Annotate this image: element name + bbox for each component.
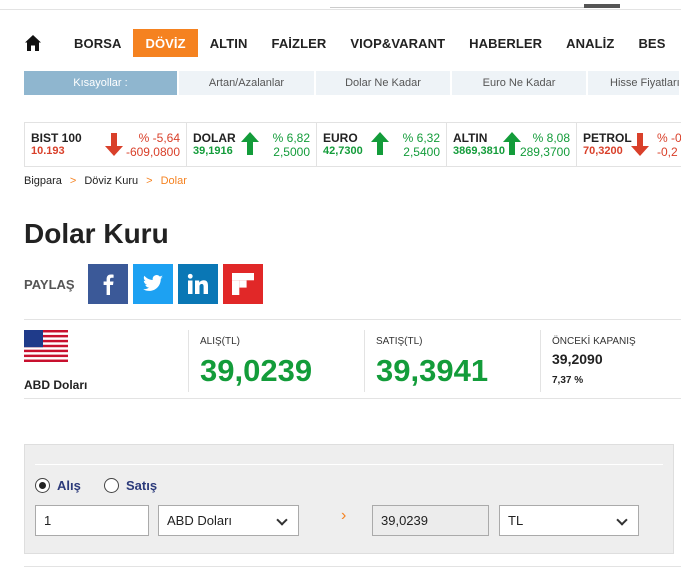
radio-sell-label: Satış: [126, 478, 158, 493]
us-flag-icon: [24, 330, 68, 362]
to-currency-select[interactable]: TL: [499, 505, 639, 536]
ticker-item-euro[interactable]: EURO 42,7300 % 6,32 2,5400: [317, 123, 447, 166]
page-title: Dolar Kuru: [24, 218, 169, 249]
chevron-right-icon: ›: [341, 507, 347, 524]
sell-label: SATIŞ(TL): [376, 336, 423, 347]
nav-borsa[interactable]: BORSA: [62, 29, 133, 57]
breadcrumb: Bigpara > Döviz Kuru > Dolar: [24, 175, 187, 187]
nav-doviz[interactable]: DÖVİZ: [133, 29, 198, 57]
linkedin-share-button[interactable]: [178, 264, 218, 304]
ticker-name: DOLAR: [193, 131, 236, 145]
ticker-item-altin[interactable]: ALTIN 3869,3810 % 8,08 289,3700: [447, 123, 577, 166]
nav-analiz[interactable]: ANALİZ: [554, 29, 626, 57]
breadcrumb-separator: >: [69, 175, 77, 187]
ticker-percent: % 6,82: [272, 131, 310, 145]
ticker-change: 2,5400: [403, 145, 440, 159]
ticker-value: 3869,3810: [453, 145, 505, 157]
nav-haberler[interactable]: HABERLER: [457, 29, 554, 57]
radio-sell-indicator[interactable]: [104, 478, 119, 493]
radio-buy-label: Alış: [57, 478, 81, 493]
buy-label: ALIŞ(TL): [200, 336, 241, 347]
result-field: 39,0239: [372, 505, 489, 536]
shortcut-euro-ne-kadar[interactable]: Euro Ne Kadar: [452, 71, 588, 95]
arrow-down-icon: [631, 133, 649, 156]
breadcrumb-link-doviz-kuru[interactable]: Döviz Kuru: [84, 175, 138, 187]
previous-close: ÖNCEKİ KAPANIŞ 39,2090 7,37 %: [540, 330, 670, 392]
linkedin-icon: [187, 273, 208, 294]
ticker-value: 39,1916: [193, 145, 233, 157]
ticker-name: EURO: [323, 131, 358, 145]
ticker-percent: % 6,32: [402, 131, 440, 145]
ticker-value: 42,7300: [323, 145, 363, 157]
search-button-edge[interactable]: [584, 4, 620, 8]
ticker-change: 2,5000: [273, 145, 310, 159]
radio-sell[interactable]: Satış: [104, 478, 157, 493]
previous-close-label: ÖNCEKİ KAPANIŞ: [552, 336, 636, 347]
arrow-down-icon: [105, 133, 123, 156]
shortcut-artan-azalanlar[interactable]: Artan/Azalanlar: [179, 71, 316, 95]
home-link[interactable]: [24, 28, 62, 58]
facebook-share-button[interactable]: [88, 264, 128, 304]
arrow-up-icon: [371, 132, 389, 155]
shortcuts-bar: Kısayollar : Artan/Azalanlar Dolar Ne Ka…: [24, 71, 681, 95]
home-icon: [25, 35, 41, 51]
section-divider: [24, 566, 681, 567]
main-nav: BORSA DÖVİZ ALTIN FAİZLER VIOP&VARANT HA…: [24, 28, 677, 58]
share-bar: PAYLAŞ: [24, 264, 268, 304]
from-currency-select[interactable]: ABD Doları: [158, 505, 299, 536]
ticker-name: BIST 100: [31, 131, 82, 145]
twitter-share-button[interactable]: [133, 264, 173, 304]
nav-altin[interactable]: ALTIN: [198, 29, 260, 57]
flipboard-icon: [232, 273, 254, 295]
ticker-percent: % -5,64: [138, 131, 180, 145]
nav-bes[interactable]: BES: [626, 29, 677, 57]
currency-name: ABD Doları: [24, 378, 88, 392]
previous-close-percent: 7,37 %: [552, 375, 584, 386]
amount-input[interactable]: 1: [35, 505, 149, 536]
shortcut-hisse-fiyatlari[interactable]: Hisse Fiyatları: [588, 71, 681, 95]
shortcuts-label: Kısayollar :: [24, 71, 179, 95]
ticker-change: -609,0800: [125, 145, 180, 159]
search-bar-edge[interactable]: [330, 0, 620, 8]
ticker-item-bist100[interactable]: BIST 100 10.193 % -5,64 -609,0800: [25, 123, 187, 166]
nav-viop-varant[interactable]: VIOP&VARANT: [338, 29, 457, 57]
previous-close-value: 39,2090: [552, 351, 603, 367]
arrow-up-icon: [241, 132, 259, 155]
buy-value: 39,0239: [200, 353, 313, 388]
ticker-name: PETROL: [583, 131, 632, 145]
twitter-icon: [143, 275, 163, 291]
ticker-value: 70,3200: [583, 145, 623, 157]
ticker-percent: % 8,08: [532, 131, 570, 145]
converter-divider: [35, 464, 663, 465]
breadcrumb-link-bigpara[interactable]: Bigpara: [24, 175, 62, 187]
market-ticker: BIST 100 10.193 % -5,64 -609,0800 DOLAR …: [24, 122, 681, 167]
ticker-change: 289,3700: [519, 145, 570, 159]
ticker-change: -0,2: [657, 145, 678, 159]
radio-buy-indicator[interactable]: [35, 478, 50, 493]
nav-faizler[interactable]: FAİZLER: [260, 29, 339, 57]
sell-value: 39,3941: [376, 353, 489, 388]
shortcut-dolar-ne-kadar[interactable]: Dolar Ne Kadar: [316, 71, 452, 95]
flipboard-share-button[interactable]: [223, 264, 263, 304]
ticker-percent: % -0,: [657, 131, 681, 145]
currency-converter: Alış Satış 1 ABD Doları › 39,0239 TL: [24, 444, 674, 554]
breadcrumb-current: Dolar: [160, 175, 187, 187]
top-bar: [0, 0, 681, 10]
currency-quote: ABD Doları ALIŞ(TL) 39,0239 SATIŞ(TL) 39…: [24, 319, 681, 399]
ticker-item-dolar[interactable]: DOLAR 39,1916 % 6,82 2,5000: [187, 123, 317, 166]
sell-price: SATIŞ(TL) 39,3941: [364, 330, 540, 392]
buy-price: ALIŞ(TL) 39,0239: [188, 330, 363, 392]
breadcrumb-separator: >: [146, 175, 153, 187]
ticker-value: 10.193: [31, 145, 65, 157]
share-label: PAYLAŞ: [24, 276, 75, 292]
facebook-icon: [103, 274, 114, 295]
ticker-item-petrol[interactable]: PETROL 70,3200 % -0, -0,2: [577, 123, 681, 166]
radio-buy[interactable]: Alış: [35, 478, 81, 493]
ticker-name: ALTIN: [453, 131, 488, 145]
